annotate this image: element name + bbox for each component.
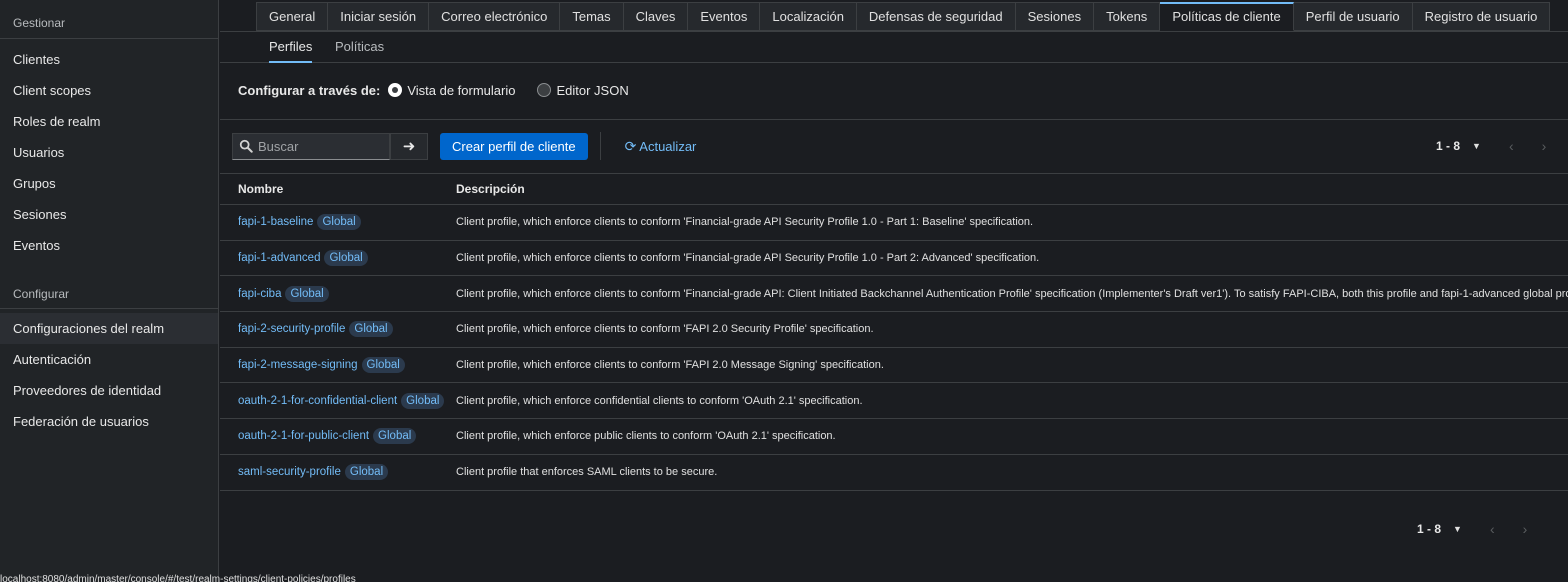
sidebar-item-sesiones[interactable]: Sesiones: [0, 199, 218, 230]
profile-description: Client profile that enforces SAML client…: [456, 466, 718, 479]
profile-link[interactable]: fapi-1-advanced: [238, 252, 320, 264]
subtab-politicas[interactable]: Políticas: [335, 32, 384, 63]
sidebar-item-usuarios[interactable]: Usuarios: [0, 137, 218, 168]
caret-down-icon[interactable]: ▼: [1453, 524, 1462, 534]
global-badge: Global: [317, 214, 361, 231]
pagination-range[interactable]: 1 - 8: [1417, 522, 1441, 536]
radio-json-editor-label[interactable]: Editor JSON: [556, 83, 628, 98]
tab-registro-de-usuario[interactable]: Registro de usuario: [1412, 2, 1551, 31]
pagination-range[interactable]: 1 - 8: [1436, 139, 1460, 153]
search-icon: [239, 139, 253, 153]
prev-page-icon[interactable]: ‹: [1490, 521, 1495, 537]
column-header-name[interactable]: Nombre: [238, 174, 283, 205]
refresh-button[interactable]: ⟳ Actualizar: [625, 138, 697, 155]
tab-claves[interactable]: Claves: [623, 2, 689, 31]
prev-page-icon[interactable]: ‹: [1509, 138, 1514, 154]
profile-link[interactable]: fapi-2-security-profile: [238, 323, 345, 335]
refresh-label: Actualizar: [639, 138, 697, 154]
sidebar: Gestionar Clientes Client scopes Roles d…: [0, 0, 219, 582]
sidebar-item-configuraciones-del-realm[interactable]: Configuraciones del realm: [0, 313, 218, 344]
tab-iniciar-sesion[interactable]: Iniciar sesión: [328, 2, 430, 31]
sidebar-item-client-scopes[interactable]: Client scopes: [0, 75, 218, 106]
search-input[interactable]: [258, 138, 386, 154]
profile-link[interactable]: saml-security-profile: [238, 466, 341, 478]
main-content: General Iniciar sesión Correo electrónic…: [220, 0, 1568, 582]
table-header: Nombre Descripción: [220, 174, 1568, 205]
global-badge: Global: [361, 357, 405, 374]
next-page-icon[interactable]: ›: [1542, 138, 1547, 154]
profile-link[interactable]: fapi-2-message-signing: [238, 359, 358, 371]
search-submit-button[interactable]: ➜: [390, 132, 428, 160]
radio-form-view-label[interactable]: Vista de formulario: [407, 83, 515, 98]
tab-perfil-de-usuario[interactable]: Perfil de usuario: [1293, 2, 1413, 31]
sidebar-item-eventos[interactable]: Eventos: [0, 230, 218, 261]
tab-defensas-de-seguridad[interactable]: Defensas de seguridad: [856, 2, 1016, 31]
realm-settings-tabs: General Iniciar sesión Correo electrónic…: [256, 2, 1551, 31]
tab-politicas-de-cliente[interactable]: Políticas de cliente: [1160, 2, 1294, 31]
table-row: oauth-2-1-for-public-client Global Client…: [220, 419, 1568, 455]
profile-description: Client profile, which enforce confidenti…: [456, 394, 863, 407]
global-badge: Global: [401, 392, 445, 409]
tab-general[interactable]: General: [256, 2, 329, 31]
table-row: fapi-2-security-profile Global Client pro…: [220, 312, 1568, 348]
profile-link[interactable]: oauth-2-1-for-public-client: [238, 430, 369, 442]
tab-localizacion[interactable]: Localización: [760, 2, 857, 31]
sidebar-item-federacion-de-usuarios[interactable]: Federación de usuarios: [0, 406, 218, 437]
global-badge: Global: [285, 285, 329, 302]
pagination-bottom: 1 - 8 ▼ ‹ ›: [1417, 519, 1527, 539]
arrow-right-icon: ➜: [402, 138, 416, 155]
global-badge: Global: [373, 428, 417, 445]
sidebar-section-configurar: Configurar: [13, 287, 70, 301]
profile-description: Client profile, which enforce public cli…: [456, 430, 836, 443]
column-header-description[interactable]: Descripción: [456, 174, 525, 205]
sidebar-item-roles-de-realm[interactable]: Roles de realm: [0, 106, 218, 137]
table-row: fapi-1-baseline Global Client profile, wh…: [220, 205, 1568, 241]
global-badge: Global: [324, 250, 368, 267]
sync-icon: ⟳: [624, 137, 637, 154]
table-row: fapi-2-message-signing Global Client prof…: [220, 348, 1568, 384]
profile-description: Client profile, which enforce clients to…: [456, 287, 1568, 300]
sidebar-item-proveedores-de-identidad[interactable]: Proveedores de identidad: [0, 375, 218, 406]
profile-link[interactable]: fapi-1-baseline: [238, 216, 313, 228]
search-box: [232, 132, 390, 160]
divider: [220, 119, 1568, 120]
profile-link[interactable]: fapi-ciba: [238, 288, 281, 300]
sidebar-item-autenticacion[interactable]: Autenticación: [0, 344, 218, 375]
subtab-perfiles[interactable]: Perfiles: [269, 32, 313, 63]
radio-json-editor[interactable]: [537, 83, 552, 97]
toolbar-separator: [599, 132, 601, 160]
sidebar-item-grupos[interactable]: Grupos: [0, 168, 218, 199]
radio-form-view[interactable]: [388, 83, 403, 97]
table-row: oauth-2-1-for-confidential-client Global …: [220, 383, 1568, 420]
profile-description: Client profile, which enforce clients to…: [456, 359, 884, 372]
next-page-icon[interactable]: ›: [1523, 521, 1528, 537]
table-row: saml-security-profile Global Client profi…: [220, 455, 1568, 491]
table-row: fapi-1-advanced Global Client profile, wh…: [220, 241, 1568, 277]
subtabs: Perfiles Políticas: [220, 31, 1568, 63]
tab-tokens[interactable]: Tokens: [1094, 2, 1161, 31]
sidebar-item-clientes[interactable]: Clientes: [0, 44, 218, 75]
tab-temas[interactable]: Temas: [560, 2, 624, 31]
profile-description: Client profile, which enforce clients to…: [456, 252, 1040, 265]
global-badge: Global: [344, 464, 389, 481]
profile-description: Client profile, which enforce clients to…: [456, 323, 874, 336]
config-mode-row: Configurar a través de: Vista de formula…: [238, 78, 651, 102]
tab-eventos[interactable]: Eventos: [688, 2, 761, 31]
pagination-top: 1 - 8 ▼ ‹ ›: [1436, 136, 1546, 156]
profile-description: Client profile, which enforce clients to…: [456, 216, 1034, 229]
global-badge: Global: [349, 321, 393, 338]
status-url: localhost:8080/admin/master/console/#/te…: [0, 574, 356, 582]
config-label: Configurar a través de:: [238, 82, 381, 98]
profile-link[interactable]: oauth-2-1-for-confidential-client: [238, 395, 397, 407]
sidebar-section-gestionar: Gestionar: [13, 16, 66, 30]
table-row: fapi-ciba Global Client profile, which en…: [220, 276, 1568, 313]
client-profiles-table: Nombre Descripción fapi-1-baseline Global…: [220, 174, 1568, 491]
caret-down-icon[interactable]: ▼: [1472, 141, 1481, 151]
tab-correo-electronico[interactable]: Correo electrónico: [429, 2, 561, 31]
tab-sesiones[interactable]: Sesiones: [1015, 2, 1095, 31]
table-toolbar: ➜ Crear perfil de cliente ⟳ Actualizar: [232, 132, 696, 160]
create-client-profile-button[interactable]: Crear perfil de cliente: [440, 132, 588, 160]
